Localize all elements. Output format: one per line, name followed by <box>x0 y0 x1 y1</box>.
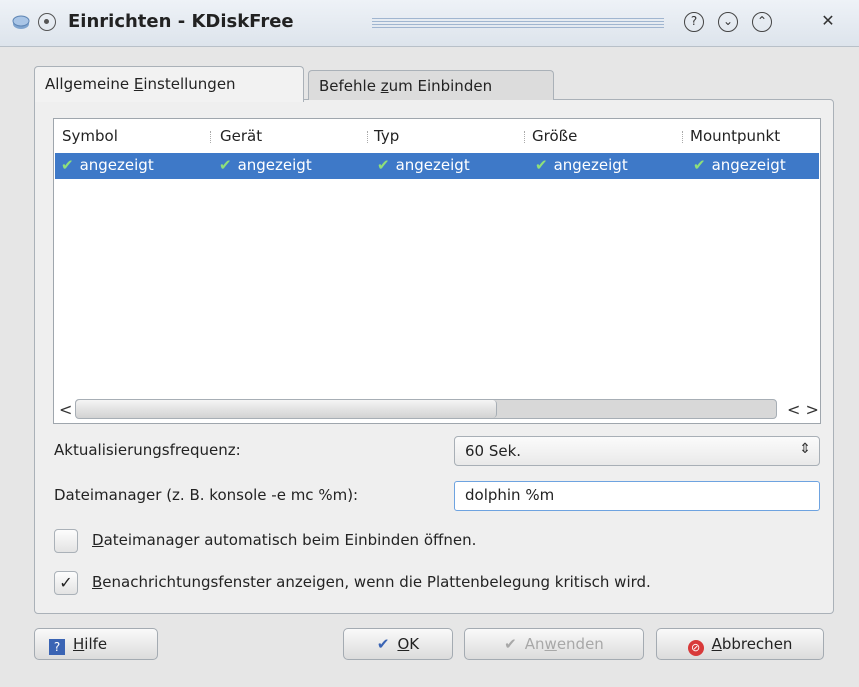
frequency-value: 60 Sek. <box>465 442 522 460</box>
scrollbar-track[interactable] <box>75 399 777 419</box>
ok-button[interactable]: ✔ OK <box>343 628 453 660</box>
scroll-arrows-icon[interactable]: < > <box>787 400 819 419</box>
title-decoration <box>372 18 664 30</box>
help-icon[interactable]: ? <box>684 12 704 32</box>
column-header-device[interactable]: Gerät <box>220 127 262 145</box>
filemanager-label: Dateimanager (z. B. konsole -e mc %m): <box>54 486 359 504</box>
mnemonic: w <box>544 635 557 653</box>
check-icon: ✔ <box>377 156 390 174</box>
cell-text: angezeigt <box>237 156 312 174</box>
column-separator[interactable] <box>210 131 212 143</box>
column-header-size[interactable]: Größe <box>532 127 577 145</box>
button-label: K <box>409 635 420 653</box>
button-label: An <box>524 635 545 653</box>
horizontal-scrollbar[interactable]: < < > <box>53 395 821 423</box>
column-header-type[interactable]: Typ <box>374 127 399 145</box>
cell-text: angezeigt <box>711 156 786 174</box>
button-label: ilfe <box>84 635 108 653</box>
table-cell[interactable]: ✔ angezeigt <box>219 156 312 174</box>
notify-label[interactable]: Benachrichtungsfenster anzeigen, wenn di… <box>92 573 651 591</box>
ok-check-icon: ✔ <box>376 635 390 653</box>
column-header-mountpoint[interactable]: Mountpunkt <box>690 127 780 145</box>
column-header-symbol[interactable]: Symbol <box>62 127 118 145</box>
maximize-icon[interactable]: ⌃ <box>752 12 772 32</box>
window-menu-icon[interactable] <box>38 13 56 31</box>
close-icon[interactable]: ✕ <box>818 12 838 32</box>
tab-label: Allgemeine <box>45 75 134 93</box>
filemanager-input[interactable]: dolphin %m <box>454 481 820 511</box>
frequency-label: Aktualisierungsfrequenz: <box>54 441 241 459</box>
apply-button[interactable]: ✔ Anwenden <box>464 628 644 660</box>
mnemonic: O <box>397 635 410 653</box>
cancel-button[interactable]: ⊘ Abbrechen <box>656 628 824 660</box>
checkmark-icon: ✓ <box>59 573 73 592</box>
table-cell[interactable]: ✔ angezeigt <box>377 156 470 174</box>
column-list[interactable]: Symbol Gerät Typ Größe Mountpunkt ✔ angez… <box>53 118 821 424</box>
tab-mount-commands[interactable]: Befehle zum Einbinden <box>308 70 554 100</box>
column-separator[interactable] <box>682 131 684 143</box>
scrollbar-thumb[interactable] <box>76 400 497 418</box>
check-icon: ✔ <box>693 156 706 174</box>
cell-text: angezeigt <box>79 156 154 174</box>
table-cell[interactable]: ✔ angezeigt <box>693 156 786 174</box>
scroll-left-arrow-icon[interactable]: < <box>59 400 72 419</box>
auto-open-checkbox[interactable] <box>54 529 78 553</box>
column-separator[interactable] <box>367 131 369 143</box>
tab-label: um Einbinden <box>388 77 493 95</box>
tab-label-mnemonic: E <box>133 75 144 93</box>
tab-label: instellungen <box>143 75 236 93</box>
check-icon: ✔ <box>535 156 548 174</box>
tab-general-settings[interactable]: Allgemeine Einstellungen <box>34 66 304 102</box>
tab-label: Befehle <box>319 77 381 95</box>
cancel-icon: ⊘ <box>687 640 704 656</box>
apply-check-icon: ✔ <box>504 635 517 653</box>
check-icon: ✔ <box>219 156 232 174</box>
app-icon[interactable] <box>12 13 30 31</box>
mnemonic: B <box>92 573 103 591</box>
button-label: enden <box>556 635 604 653</box>
label-text: ateimanager automatisch beim Einbinden ö… <box>103 531 477 549</box>
help-book-icon: ? <box>49 639 65 655</box>
mnemonic: A <box>711 635 722 653</box>
column-separator[interactable] <box>524 131 526 143</box>
frequency-select[interactable]: 60 Sek. ⇕ <box>454 436 820 466</box>
cell-text: angezeigt <box>553 156 628 174</box>
table-cell[interactable]: ✔ angezeigt <box>535 156 628 174</box>
table-row[interactable]: ✔ angezeigt ✔ angezeigt ✔ angezeigt ✔ angeze… <box>55 153 819 179</box>
tab-label-mnemonic: z <box>380 77 389 95</box>
updown-icon: ⇕ <box>799 441 811 457</box>
label-text: enachrichtungsfenster anzeigen, wenn die… <box>102 573 651 591</box>
auto-open-label[interactable]: Dateimanager automatisch beim Einbinden … <box>92 531 476 549</box>
cell-text: angezeigt <box>395 156 470 174</box>
mnemonic: D <box>92 531 104 549</box>
table-cell[interactable]: ✔ angezeigt <box>61 156 154 174</box>
list-header: Symbol Gerät Typ Größe Mountpunkt <box>54 119 820 153</box>
button-label: bbrechen <box>721 635 793 653</box>
help-button[interactable]: ? Hilfe <box>34 628 158 660</box>
window-title: Einrichten - KDiskFree <box>68 11 294 32</box>
mnemonic: H <box>73 635 85 653</box>
check-icon: ✔ <box>61 156 74 174</box>
title-bar: Einrichten - KDiskFree ? ⌄ ⌃ ✕ <box>0 0 859 47</box>
minimize-icon[interactable]: ⌄ <box>718 12 738 32</box>
notify-checkbox[interactable]: ✓ <box>54 571 78 595</box>
